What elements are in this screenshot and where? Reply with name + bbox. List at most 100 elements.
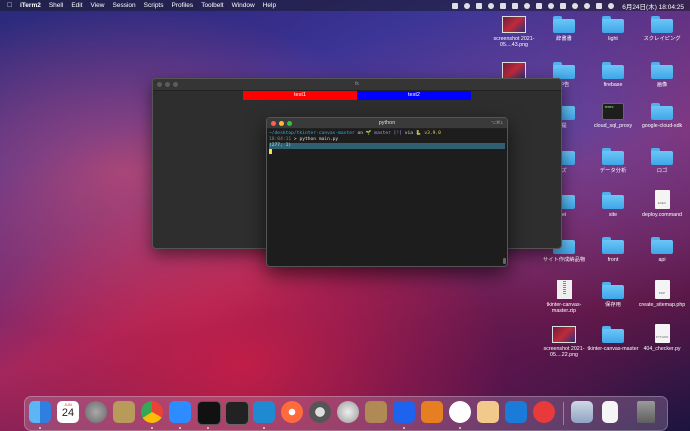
image-thumbnail-icon bbox=[502, 16, 526, 33]
running-indicator bbox=[207, 427, 209, 429]
desktop-icon-site[interactable]: site bbox=[585, 192, 641, 218]
status-icon-2[interactable] bbox=[464, 2, 471, 9]
desktop-icon-front[interactable]: front bbox=[585, 237, 641, 263]
folder-icon bbox=[651, 16, 673, 33]
menu-app-iterm2[interactable]: iTerm2 bbox=[20, 2, 41, 9]
system-preferences-icon[interactable] bbox=[85, 401, 107, 423]
tk-window-title: tk bbox=[354, 81, 360, 87]
desktop-icon-tkinter-folder[interactable]: tkinter-canvas-master bbox=[585, 326, 641, 352]
desktop-icon-create-sitemap[interactable]: PHP create_sitemap.php bbox=[634, 280, 690, 308]
menu-clock[interactable]: 6月24日(木) 18:04:25 bbox=[622, 1, 684, 11]
vscode-icon[interactable] bbox=[253, 401, 275, 423]
docker-icon[interactable] bbox=[393, 401, 415, 423]
clock-icon[interactable] bbox=[533, 401, 555, 423]
trash-icon[interactable] bbox=[637, 401, 655, 423]
finder-icon[interactable] bbox=[29, 401, 51, 423]
screenshot-folder-icon[interactable] bbox=[571, 401, 593, 423]
folder-icon bbox=[651, 237, 673, 254]
document-stack-icon[interactable] bbox=[602, 401, 618, 423]
folder-icon bbox=[602, 192, 624, 209]
menu-edit[interactable]: Edit bbox=[71, 2, 82, 9]
status-icon-7[interactable] bbox=[524, 2, 531, 9]
terminal-output[interactable]: ~/desktop/tkinter-canvas-master on 🌱 mas… bbox=[267, 129, 507, 158]
folder-icon bbox=[651, 62, 673, 79]
text-cursor bbox=[269, 149, 272, 154]
status-icon-4[interactable] bbox=[488, 2, 495, 9]
dock-separator bbox=[563, 402, 564, 425]
preview-icon[interactable] bbox=[477, 401, 499, 423]
archive-utility-icon[interactable] bbox=[365, 401, 387, 423]
sourcetree-icon[interactable] bbox=[421, 401, 443, 423]
sequel-ace-icon[interactable] bbox=[337, 401, 359, 423]
zoom-icon[interactable] bbox=[169, 401, 191, 423]
desktop-icon-folder[interactable]: 辞書書 bbox=[536, 16, 592, 42]
control-center-icon[interactable] bbox=[596, 2, 603, 9]
apple-menu-icon[interactable]:  bbox=[7, 2, 16, 9]
folder-icon bbox=[602, 148, 624, 165]
running-indicator bbox=[263, 427, 265, 429]
status-icon-9[interactable] bbox=[548, 2, 555, 9]
infinity-icon[interactable] bbox=[505, 401, 527, 423]
tk-titlebar[interactable]: tk bbox=[153, 79, 561, 91]
scrollbar[interactable] bbox=[503, 258, 506, 264]
iterm-window: python ⌥⌘1 ~/desktop/tkinter-canvas-mast… bbox=[266, 117, 508, 267]
siri-icon[interactable] bbox=[608, 2, 615, 9]
test2-button[interactable]: test2 bbox=[357, 91, 471, 100]
iterm-titlebar[interactable]: python ⌥⌘1 bbox=[267, 118, 507, 129]
status-icon-8[interactable] bbox=[536, 2, 543, 9]
menu-toolbelt[interactable]: Toolbelt bbox=[201, 2, 223, 9]
bluetooth-icon[interactable] bbox=[560, 2, 567, 9]
desktop-icon-tkinter-zip[interactable]: tkinter-canvas-master.zip bbox=[536, 280, 592, 315]
document-icon: PYTHON bbox=[654, 324, 670, 343]
calendar-icon[interactable]: JUN 24 bbox=[57, 401, 79, 423]
search-icon[interactable] bbox=[584, 2, 591, 9]
menu-scripts[interactable]: Scripts bbox=[144, 2, 164, 9]
safari-icon[interactable] bbox=[281, 401, 303, 423]
proxyman-icon[interactable] bbox=[449, 401, 471, 423]
desktop-icon-scraping[interactable]: スクレイピング bbox=[634, 16, 690, 42]
desktop-icon-images[interactable]: 画像 bbox=[634, 62, 690, 88]
desktop-icon-light[interactable]: light bbox=[585, 16, 641, 42]
status-icon-5[interactable] bbox=[500, 2, 507, 9]
menu-session[interactable]: Session bbox=[113, 2, 136, 9]
desktop-icon-api[interactable]: api bbox=[634, 237, 690, 263]
image-thumbnail-icon bbox=[502, 62, 526, 79]
folder-icon bbox=[602, 282, 624, 299]
folder-icon bbox=[651, 103, 673, 120]
document-icon: PHP bbox=[654, 280, 670, 299]
test1-button[interactable]: test1 bbox=[243, 91, 357, 100]
window-shortcut: ⌥⌘1 bbox=[490, 120, 503, 125]
desktop-icon-firebase[interactable]: firebase bbox=[585, 62, 641, 88]
desktop-icon-deploy-command[interactable]: EXEC deploy.command bbox=[634, 190, 690, 218]
chrome-icon[interactable] bbox=[141, 401, 163, 423]
folder-icon bbox=[602, 237, 624, 254]
status-icon-1[interactable] bbox=[452, 2, 459, 9]
wifi-icon[interactable] bbox=[572, 2, 579, 9]
keychain-icon[interactable] bbox=[113, 401, 135, 423]
desktop-icon-screenshot-3[interactable]: screenshot 2021-05....22.png bbox=[536, 326, 592, 359]
desktop-icon-google-cloud-sdk[interactable]: google-cloud-sdk bbox=[634, 103, 690, 129]
status-icon-3[interactable] bbox=[476, 2, 483, 9]
menu-help[interactable]: Help bbox=[263, 2, 276, 9]
menu-window[interactable]: Window bbox=[232, 2, 255, 9]
terminal-icon[interactable] bbox=[225, 401, 249, 425]
quicktime-icon[interactable] bbox=[309, 401, 331, 423]
running-indicator bbox=[39, 427, 41, 429]
menu-profiles[interactable]: Profiles bbox=[172, 2, 194, 9]
folder-icon bbox=[602, 62, 624, 79]
desktop-icon-404-checker[interactable]: PYTHON 404_checker.py bbox=[634, 324, 690, 352]
running-indicator bbox=[151, 427, 153, 429]
menu-bar:  iTerm2 Shell Edit View Session Scripts… bbox=[0, 0, 690, 11]
desktop-icon-screenshot-1[interactable]: screenshot 2021-05....43.png bbox=[486, 16, 542, 49]
menu-shell[interactable]: Shell bbox=[49, 2, 63, 9]
desktop-icon-saved[interactable]: 保存用 bbox=[585, 282, 641, 308]
document-icon: EXEC bbox=[654, 190, 670, 209]
status-icon-6[interactable] bbox=[512, 2, 519, 9]
folder-icon bbox=[651, 148, 673, 165]
desktop-icon-data-analysis[interactable]: データ分析 bbox=[585, 148, 641, 174]
iterm-icon[interactable] bbox=[197, 401, 221, 425]
desktop-icon-logo[interactable]: ロゴ bbox=[634, 148, 690, 174]
running-indicator bbox=[403, 427, 405, 429]
menu-view[interactable]: View bbox=[91, 2, 105, 9]
desktop-icon-cloud-sql-proxy[interactable]: exec cloud_sql_proxy bbox=[585, 103, 641, 129]
